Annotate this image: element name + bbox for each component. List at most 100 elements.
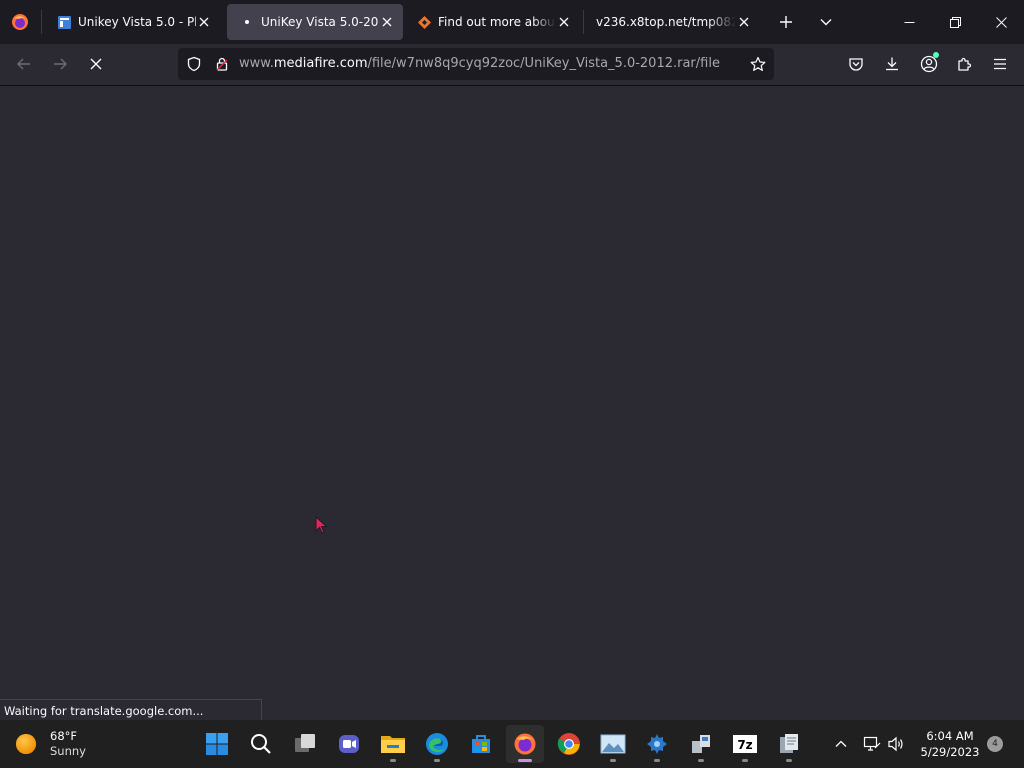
url-text[interactable]: www.mediafire.com/file/w7nw8q9cyq92zoc/U…	[239, 56, 720, 71]
pocket-button[interactable]	[840, 48, 872, 80]
extensions-button[interactable]	[948, 48, 980, 80]
edge-button[interactable]	[418, 725, 456, 763]
chrome-button[interactable]	[550, 725, 588, 763]
minimize-icon	[904, 21, 914, 23]
close-tab-icon[interactable]	[736, 14, 752, 30]
hamburger-menu-icon	[994, 58, 1006, 70]
firefox-logo-icon	[12, 14, 28, 30]
close-tab-icon[interactable]	[196, 14, 212, 30]
photos-button[interactable]	[594, 725, 632, 763]
new-tab-button[interactable]	[770, 6, 802, 38]
show-hidden-icons-button[interactable]	[828, 720, 854, 768]
running-indicator	[434, 759, 440, 762]
network-monitor-icon	[863, 736, 881, 751]
lock-icon	[216, 57, 228, 71]
windows-logo-icon	[206, 733, 228, 755]
restore-button[interactable]	[932, 0, 978, 44]
pocket-icon	[849, 58, 863, 71]
firefox-view-button[interactable]	[4, 6, 36, 38]
arrow-right-icon	[54, 58, 67, 70]
chevron-down-icon	[820, 19, 832, 26]
task-view-button[interactable]	[286, 725, 324, 763]
stop-x-icon	[90, 58, 102, 70]
restore-icon	[949, 16, 961, 28]
close-tab-icon[interactable]	[556, 14, 572, 30]
app-menu-button[interactable]	[984, 48, 1016, 80]
clock[interactable]: 6:04 AM 5/29/2023	[915, 728, 985, 760]
7zip-button[interactable]: 7z	[726, 725, 764, 763]
mouse-cursor-icon	[315, 516, 328, 534]
firefox-logo-icon	[514, 733, 536, 755]
tab-title: Unikey Vista 5.0 - Phần	[78, 15, 196, 29]
bookmark-star-button[interactable]	[746, 52, 770, 76]
url-path: /file/w7nw8q9cyq92zoc/UniKey_Vista_5.0-2…	[367, 56, 720, 71]
loading-dot-icon	[239, 14, 255, 30]
docs-app-button[interactable]	[770, 725, 808, 763]
microsoft-store-button[interactable]	[462, 725, 500, 763]
teams-chat-button[interactable]	[330, 725, 368, 763]
tab-1-selected[interactable]: UniKey Vista 5.0-2012	[227, 4, 403, 40]
chevron-up-icon	[835, 740, 847, 747]
weather-temperature: 68°F	[50, 729, 77, 743]
task-view-icon	[295, 734, 315, 752]
running-indicator	[698, 759, 704, 762]
tab-separator	[41, 10, 42, 34]
forward-button[interactable]	[44, 48, 76, 80]
site-security-button[interactable]	[210, 52, 234, 76]
page-content[interactable]	[0, 86, 1024, 720]
blue-app-button[interactable]	[638, 725, 676, 763]
tracking-protection-button[interactable]	[182, 52, 206, 76]
plus-icon	[780, 16, 792, 28]
firefox-taskbar-button[interactable]	[506, 725, 544, 763]
close-window-button[interactable]	[978, 0, 1024, 44]
close-icon	[995, 16, 1007, 28]
tab-0[interactable]: Unikey Vista 5.0 - Phần	[44, 4, 220, 40]
status-panel: Waiting for translate.google.com...	[0, 699, 262, 720]
search-button[interactable]	[242, 725, 280, 763]
network-status-button[interactable]	[860, 720, 884, 768]
shield-icon	[187, 56, 201, 72]
7zip-logo-icon: 7z	[733, 735, 757, 753]
download-icon	[886, 57, 898, 71]
back-button[interactable]	[8, 48, 40, 80]
url-prefix: www.	[239, 56, 274, 71]
minimize-button[interactable]	[886, 0, 932, 44]
tab-title: v236.x8top.net/tmp082020/	[596, 15, 736, 29]
start-button[interactable]	[198, 725, 236, 763]
volume-button[interactable]	[884, 720, 908, 768]
notification-badge[interactable]: 4	[987, 736, 1003, 752]
downloads-button[interactable]	[876, 48, 908, 80]
active-indicator	[518, 759, 532, 762]
network-app-button[interactable]	[682, 725, 720, 763]
sun-icon	[16, 734, 36, 754]
picture-icon	[600, 734, 626, 754]
account-badge	[933, 52, 939, 58]
running-indicator	[786, 759, 792, 762]
speaker-icon	[888, 736, 903, 752]
tab-2[interactable]: Find out more about Ui	[404, 4, 580, 40]
file-explorer-button[interactable]	[374, 725, 412, 763]
taskbar: 68°F Sunny 7z 6:04 AM 5/29/2023	[0, 720, 1024, 768]
tab-bar: Unikey Vista 5.0 - Phần UniKey Vista 5.0…	[0, 0, 1024, 44]
navigation-toolbar: www.mediafire.com/file/w7nw8q9cyq92zoc/U…	[0, 44, 1024, 86]
url-domain: mediafire.com	[273, 56, 368, 71]
account-button[interactable]	[913, 48, 945, 80]
documents-icon	[780, 734, 798, 753]
weather-condition: Sunny	[50, 744, 86, 758]
running-indicator	[610, 759, 616, 762]
stop-button[interactable]	[80, 48, 112, 80]
clock-time: 6:04 AM	[926, 729, 974, 743]
tab-3[interactable]: v236.x8top.net/tmp082020/	[584, 4, 760, 40]
blue-gear-icon	[647, 734, 667, 754]
url-bar[interactable]: www.mediafire.com/file/w7nw8q9cyq92zoc/U…	[178, 48, 774, 80]
chrome-logo-icon	[557, 733, 580, 755]
close-tab-icon[interactable]	[379, 14, 395, 30]
clock-date: 5/29/2023	[920, 745, 980, 759]
network-computers-icon	[692, 735, 710, 753]
running-indicator	[742, 759, 748, 762]
list-all-tabs-button[interactable]	[810, 6, 842, 38]
weather-widget[interactable]: 68°F Sunny	[14, 726, 86, 762]
tab-title: UniKey Vista 5.0-2012	[261, 15, 379, 29]
puzzle-piece-icon	[958, 57, 972, 71]
arrow-left-icon	[17, 58, 30, 70]
